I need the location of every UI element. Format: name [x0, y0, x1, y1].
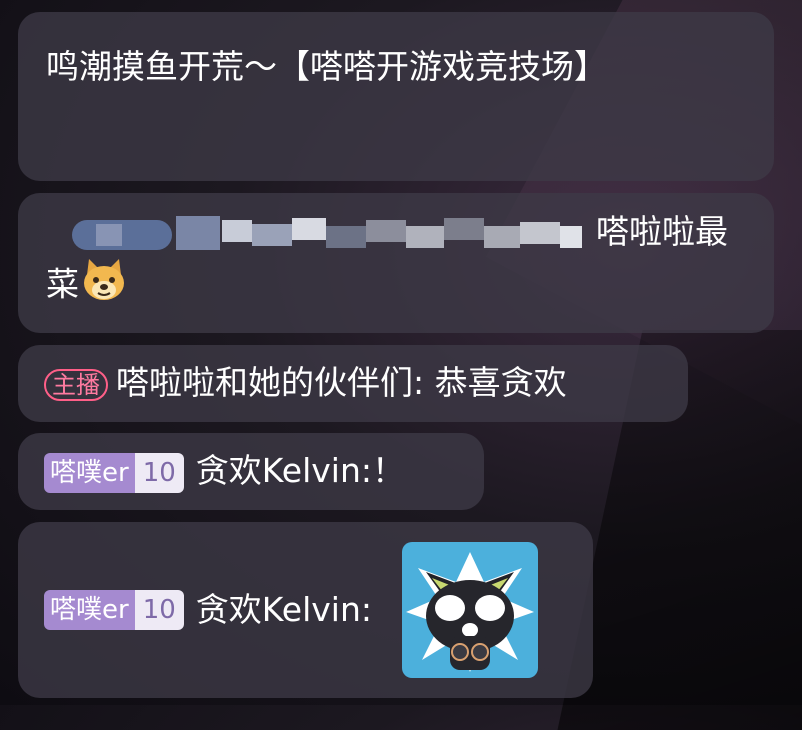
username[interactable]: 嗒啦啦和她的伙伴们:: [116, 363, 424, 402]
message-text: 恭喜贪欢: [434, 363, 567, 402]
chat-message: 嗒噗er 10 贪欢Kelvin:！: [18, 433, 484, 510]
fan-badge-name: 嗒噗er: [44, 590, 135, 630]
fan-badge: 嗒噗er 10: [44, 452, 184, 493]
fan-badge-level: 10: [134, 590, 184, 630]
pixelated-username: [46, 212, 586, 256]
chat-message: 嗒啦啦最菜: [18, 193, 774, 333]
message-text: 鸣潮摸鱼开荒～【嗒嗒开游戏竞技场】: [46, 47, 607, 86]
chat-message: 主播 嗒啦啦和她的伙伴们: 恭喜贪欢: [18, 345, 688, 422]
fan-badge-level: 10: [134, 452, 184, 493]
chat-message-announcement: 鸣潮摸鱼开荒～【嗒嗒开游戏竞技场】: [18, 12, 774, 181]
username[interactable]: 贪欢Kelvin:: [196, 451, 372, 490]
message-text: ！: [371, 451, 405, 490]
fan-badge-name: 嗒噗er: [44, 452, 135, 493]
fan-badge: 嗒噗er 10: [44, 590, 184, 630]
doge-emoji-icon: [81, 257, 127, 315]
black-cat-sticker-icon: [401, 542, 538, 678]
chat-message: 嗒噗er 10 贪欢Kelvin:: [18, 522, 593, 698]
host-badge: 主播: [44, 368, 108, 401]
username[interactable]: 贪欢Kelvin:: [196, 585, 372, 635]
